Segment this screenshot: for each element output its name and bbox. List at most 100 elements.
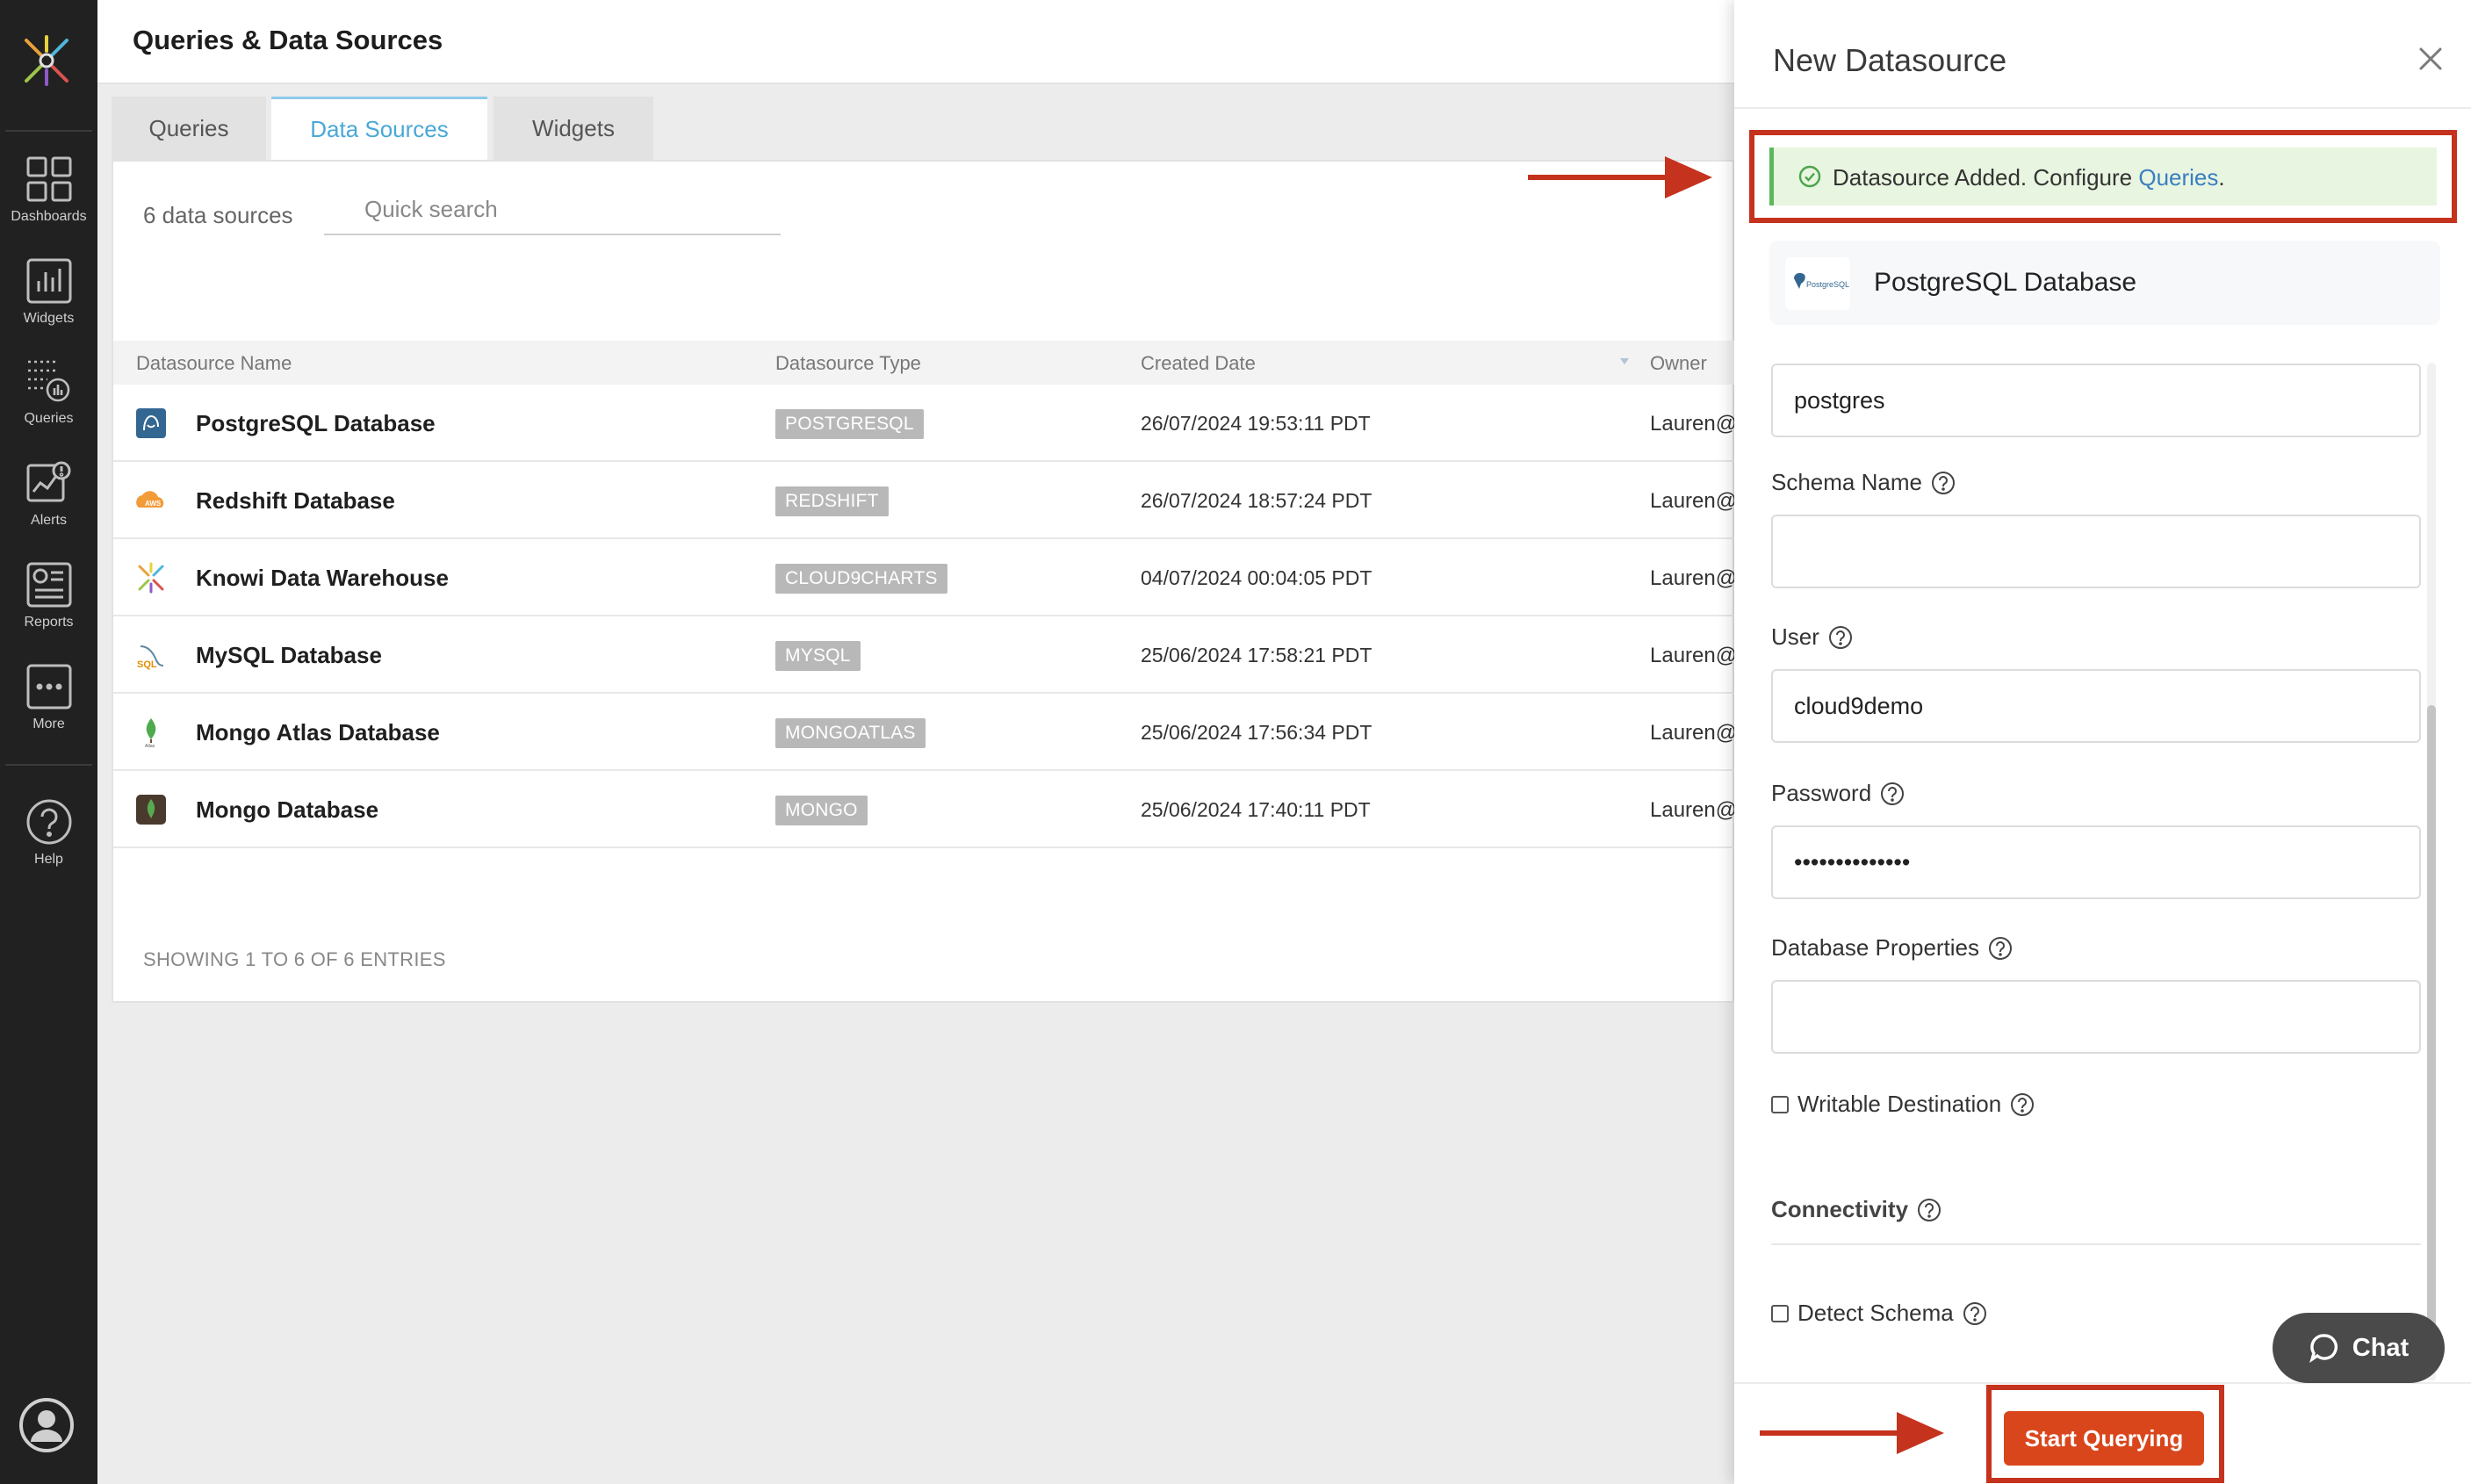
created-date: 04/07/2024 00:04:05 PDT xyxy=(1141,566,1372,589)
sidebar-item-alerts[interactable]: Alerts xyxy=(0,458,97,550)
column-header-name[interactable]: Datasource Name xyxy=(136,352,292,375)
alerts-icon xyxy=(26,461,70,502)
password-field[interactable] xyxy=(1771,825,2421,899)
datasource-name[interactable]: Mongo Atlas Database xyxy=(196,719,440,746)
checkbox[interactable] xyxy=(1771,1304,1789,1322)
sidebar-item-label: Reports xyxy=(24,615,74,630)
chat-button[interactable]: Chat xyxy=(2273,1313,2445,1383)
postgresql-icon xyxy=(136,408,166,438)
postgresql-logo-text: PostgreSQL xyxy=(1806,280,1849,289)
chat-label: Chat xyxy=(2352,1333,2410,1362)
table-row[interactable]: Atlas Mongo Atlas Database MONGOATLAS 25… xyxy=(113,694,1737,771)
sidebar-item-dashboards[interactable]: Dashboards xyxy=(0,155,97,246)
sidebar-item-more[interactable]: More xyxy=(0,662,97,753)
divider xyxy=(1734,107,2471,109)
knowi-icon xyxy=(138,562,164,594)
created-date: 25/06/2024 17:58:21 PDT xyxy=(1141,644,1372,666)
left-sidebar: Dashboards Widgets Queries Alerts Report… xyxy=(0,0,97,1484)
table-row[interactable]: AWS Redshift Database REDSHIFT 26/07/202… xyxy=(113,462,1737,539)
sidebar-item-label: Help xyxy=(34,852,63,867)
connectivity-label: Connectivity xyxy=(1771,1196,1909,1222)
datasource-name[interactable]: Mongo Database xyxy=(196,796,378,824)
datasource-summary-name: PostgreSQL Database xyxy=(1874,268,2137,297)
datasource-type-badge: CLOUD9CHARTS xyxy=(775,564,947,594)
main-area: Queries & Data Sources Queries Data Sour… xyxy=(97,0,1738,1484)
reports-icon xyxy=(26,562,71,608)
user-label-text: User xyxy=(1771,623,1819,650)
owner: Lauren@ xyxy=(1650,798,1738,822)
user-field[interactable] xyxy=(1771,669,2421,743)
created-date: 26/07/2024 18:57:24 PDT xyxy=(1141,489,1372,512)
user-avatar-icon[interactable] xyxy=(19,1398,74,1452)
close-icon[interactable] xyxy=(2416,44,2446,74)
sidebar-divider xyxy=(5,130,92,132)
datasource-type-badge: MONGO xyxy=(775,796,868,825)
column-header-owner[interactable]: Owner xyxy=(1650,352,1707,375)
scrollbar-thumb[interactable] xyxy=(2427,705,2436,1372)
page-header: Queries & Data Sources xyxy=(97,0,1734,84)
highlight-box-start xyxy=(1986,1385,2224,1483)
datasource-summary: PostgreSQL PostgreSQL Database xyxy=(1769,241,2440,325)
datasource-name[interactable]: Redshift Database xyxy=(196,487,395,515)
tab-queries[interactable]: Queries xyxy=(112,97,266,160)
datasource-name[interactable]: Knowi Data Warehouse xyxy=(196,565,449,592)
table-header: Datasource Name Datasource Type Created … xyxy=(113,341,1736,385)
database-name-field[interactable] xyxy=(1771,364,2421,437)
datasource-form: Schema Name User Password Database Prope… xyxy=(1734,360,2471,1387)
table-row[interactable]: SQL MySQL Database MYSQL 25/06/2024 17:5… xyxy=(113,616,1738,694)
help-circle-icon[interactable] xyxy=(1880,782,1905,806)
page-title: Queries & Data Sources xyxy=(133,25,443,55)
table-row[interactable]: Knowi Data Warehouse CLOUD9CHARTS 04/07/… xyxy=(113,539,1737,616)
help-circle-icon[interactable] xyxy=(1988,936,2013,961)
sidebar-item-label: Widgets xyxy=(23,311,75,326)
owner: Lauren@ xyxy=(1650,644,1738,667)
more-icon xyxy=(26,664,71,710)
created-date: 25/06/2024 17:56:34 PDT xyxy=(1141,721,1372,744)
schema-name-field[interactable] xyxy=(1771,515,2421,588)
sidebar-item-widgets[interactable]: Widgets xyxy=(0,256,97,348)
svg-text:Atlas: Atlas xyxy=(145,744,155,748)
sidebar-item-help[interactable]: Help xyxy=(0,797,97,889)
help-circle-icon[interactable] xyxy=(2010,1092,2035,1117)
drawer-title: New Datasource xyxy=(1773,42,2007,78)
knowi-logo-icon[interactable] xyxy=(19,33,74,88)
help-circle-icon[interactable] xyxy=(1828,625,1853,650)
user-label: User xyxy=(1771,623,1853,651)
sidebar-item-reports[interactable]: Reports xyxy=(0,560,97,652)
help-circle-icon[interactable] xyxy=(1963,1301,1987,1326)
help-circle-icon[interactable] xyxy=(1917,1198,1942,1222)
detect-schema-checkbox[interactable]: Detect Schema xyxy=(1771,1300,1987,1327)
database-properties-field[interactable] xyxy=(1771,980,2421,1054)
created-date: 25/06/2024 17:40:11 PDT xyxy=(1141,798,1371,821)
sidebar-item-label: Queries xyxy=(24,411,74,426)
datasource-table: Datasource Name Datasource Type Created … xyxy=(113,341,1738,848)
datasource-name[interactable]: PostgreSQL Database xyxy=(196,410,436,437)
postgresql-logo-icon: PostgreSQL xyxy=(1785,257,1850,310)
help-icon xyxy=(26,799,71,845)
arrow-right-icon xyxy=(1528,156,1712,198)
table-row[interactable]: Mongo Database MONGO 25/06/2024 17:40:11… xyxy=(113,771,1738,848)
sidebar-item-queries[interactable]: Queries xyxy=(0,357,97,448)
quick-search-input[interactable] xyxy=(324,184,781,235)
tab-data-sources[interactable]: Data Sources xyxy=(271,97,487,160)
sidebar-item-label: Dashboards xyxy=(11,209,87,224)
form-scrollbar[interactable] xyxy=(2427,363,2436,1381)
svg-text:AWS: AWS xyxy=(145,500,162,508)
divider xyxy=(1771,1243,2421,1245)
sidebar-item-label: More xyxy=(32,717,65,731)
tab-widgets[interactable]: Widgets xyxy=(493,97,653,160)
writable-destination-checkbox[interactable]: Writable Destination xyxy=(1771,1091,2035,1118)
column-header-type[interactable]: Datasource Type xyxy=(775,352,921,375)
sidebar-divider xyxy=(5,764,92,766)
aws-icon: AWS xyxy=(136,491,164,508)
dashboards-icon xyxy=(26,156,71,202)
database-properties-label-text: Database Properties xyxy=(1771,934,1980,961)
checkbox[interactable] xyxy=(1771,1095,1789,1113)
help-circle-icon[interactable] xyxy=(1931,471,1956,495)
entries-summary: SHOWING 1 TO 6 OF 6 ENTRIES xyxy=(143,948,446,970)
datasource-name[interactable]: MySQL Database xyxy=(196,642,382,669)
datasource-type-badge: POSTGRESQL xyxy=(775,409,924,439)
column-header-created[interactable]: Created Date xyxy=(1141,352,1256,375)
table-row[interactable]: PostgreSQL Database POSTGRESQL 26/07/202… xyxy=(113,385,1737,462)
sort-desc-icon[interactable] xyxy=(1620,358,1629,365)
